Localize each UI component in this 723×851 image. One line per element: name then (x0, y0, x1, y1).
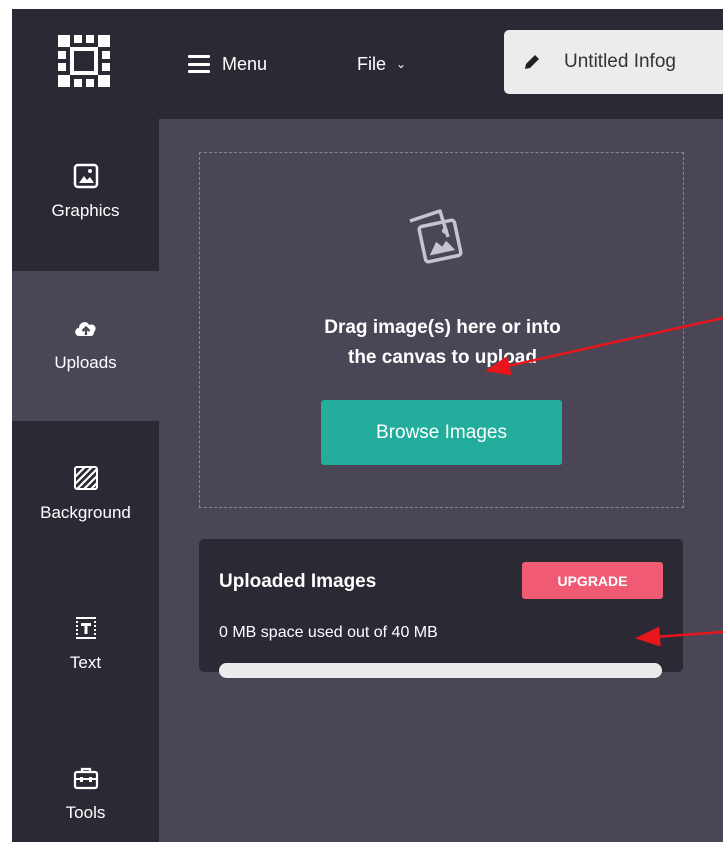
sidebar-item-background[interactable]: Background (12, 421, 159, 571)
chevron-down-icon: ⌄ (396, 57, 407, 71)
file-menu-button[interactable]: File ⌄ (357, 49, 406, 79)
cloud-upload-icon (74, 322, 96, 336)
drop-instructions: Drag image(s) here or into the canvas to… (200, 313, 685, 373)
sidebar-item-tools[interactable]: Tools (12, 721, 159, 842)
pencil-icon (525, 55, 539, 69)
document-title: Untitled Infog (564, 51, 676, 72)
uploaded-images-card: Uploaded Images UPGRADE 0 MB space used … (199, 539, 683, 678)
sidebar-item-label: Graphics (51, 201, 120, 220)
sidebar-item-text[interactable]: Text (12, 571, 159, 721)
storage-progress-bar (219, 663, 662, 678)
hamburger-icon (188, 55, 210, 73)
image-icon (73, 163, 98, 189)
browse-images-button[interactable]: Browse Images (321, 400, 562, 465)
sidebar-item-graphics[interactable]: Graphics (12, 119, 159, 269)
sidebar-item-label: Tools (65, 803, 106, 822)
file-label: File (357, 53, 387, 74)
storage-usage-text: 0 MB space used out of 40 MB (219, 624, 438, 641)
app-logo-icon[interactable] (54, 31, 114, 91)
drop-instructions-line2: the canvas to upload (348, 347, 537, 368)
sidebar-item-label: Uploads (54, 353, 117, 372)
toolbox-icon (73, 767, 98, 790)
sidebar-item-label: Text (69, 653, 102, 672)
top-bar: Menu File ⌄ Untitled Infog (12, 9, 723, 119)
app-window: Menu File ⌄ Untitled Infog Graphics Uplo… (12, 9, 723, 842)
upgrade-button[interactable]: UPGRADE (522, 562, 663, 599)
drop-instructions-line1: Drag image(s) here or into (324, 317, 561, 338)
sidebar-item-label: Background (40, 503, 131, 522)
document-title-field[interactable]: Untitled Infog (504, 30, 723, 94)
stacked-images-icon (409, 209, 463, 264)
menu-label: Menu (222, 53, 268, 74)
image-drop-zone[interactable]: Drag image(s) here or into the canvas to… (199, 152, 684, 508)
text-box-icon (75, 617, 96, 639)
uploaded-images-title: Uploaded Images (219, 571, 377, 592)
hatch-pattern-icon (73, 466, 98, 490)
menu-button[interactable]: Menu (188, 49, 267, 79)
sidebar: Graphics Uploads Background Text Tools (12, 119, 159, 842)
sidebar-item-uploads[interactable]: Uploads (12, 271, 159, 421)
